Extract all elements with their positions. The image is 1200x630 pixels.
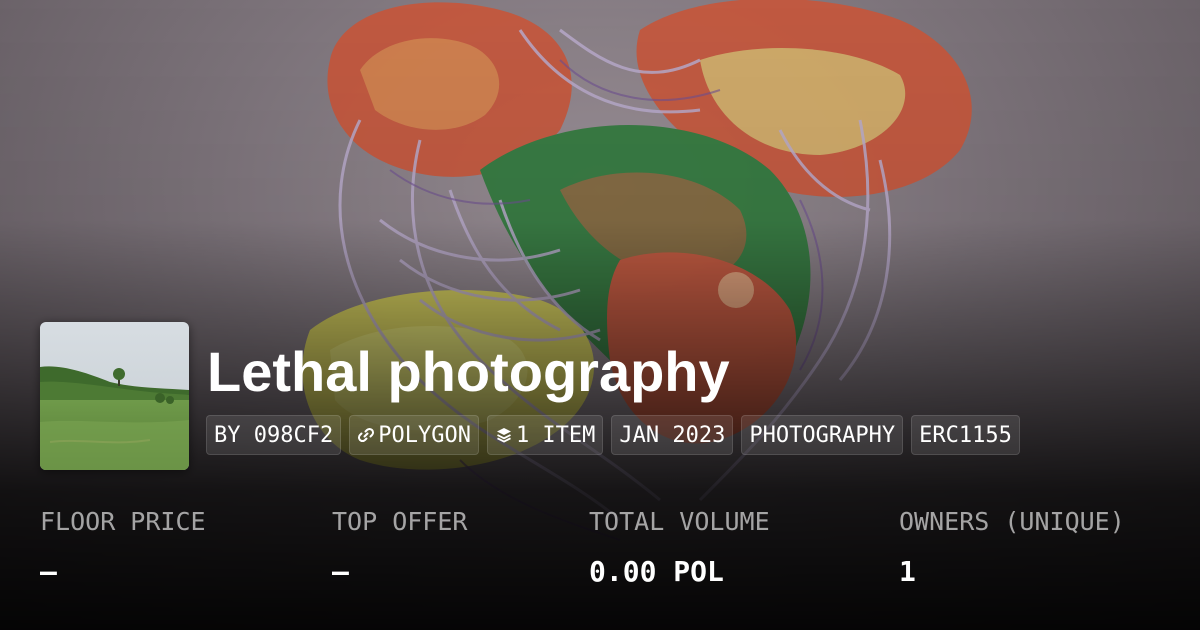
tag-created-date-label: JAN 2023 — [619, 422, 726, 448]
stat-top-offer-value: – — [332, 555, 349, 588]
collection-title: Lethal photography — [207, 340, 730, 403]
tag-category-label: PHOTOGRAPHY — [749, 422, 896, 448]
tag-created-date[interactable]: JAN 2023 — [611, 415, 734, 455]
link-icon — [357, 426, 375, 444]
layers-icon — [495, 426, 513, 444]
stat-top-offer: TOP OFFER – — [332, 505, 467, 589]
stat-floor-price-label: FLOOR PRICE — [40, 507, 206, 536]
tag-creator[interactable]: BY 098CF2 — [206, 415, 342, 455]
tag-item-count-label: 1 ITEM — [515, 422, 596, 448]
avatar-landscape-image — [40, 322, 189, 470]
stat-total-volume: TOTAL VOLUME 0.00 POL — [589, 505, 770, 589]
tag-chain-label: POLYGON — [378, 422, 471, 448]
tag-token-standard-label: ERC1155 — [919, 422, 1012, 448]
tag-token-standard[interactable]: ERC1155 — [911, 415, 1020, 455]
tag-chain[interactable]: POLYGON — [349, 415, 479, 455]
stat-owners-value: 1 — [899, 555, 916, 588]
tag-category[interactable]: PHOTOGRAPHY — [741, 415, 904, 455]
stat-owners-label: OWNERS (UNIQUE) — [899, 507, 1125, 536]
stat-owners: OWNERS (UNIQUE) 1 — [899, 505, 1125, 589]
tag-creator-label: BY 098CF2 — [214, 422, 334, 448]
stat-floor-price-value: – — [40, 555, 57, 588]
stat-top-offer-label: TOP OFFER — [332, 507, 468, 536]
stat-total-volume-value: 0.00 POL — [589, 555, 724, 588]
stat-total-volume-label: TOTAL VOLUME — [589, 507, 770, 536]
stat-floor-price: FLOOR PRICE – — [40, 505, 206, 589]
tag-item-count[interactable]: 1 ITEM — [486, 415, 604, 455]
collection-tags: BY 098CF2 POLYGON 1 ITEM JAN 2023 PHOTOG… — [206, 415, 1020, 455]
collection-avatar[interactable] — [40, 322, 189, 470]
